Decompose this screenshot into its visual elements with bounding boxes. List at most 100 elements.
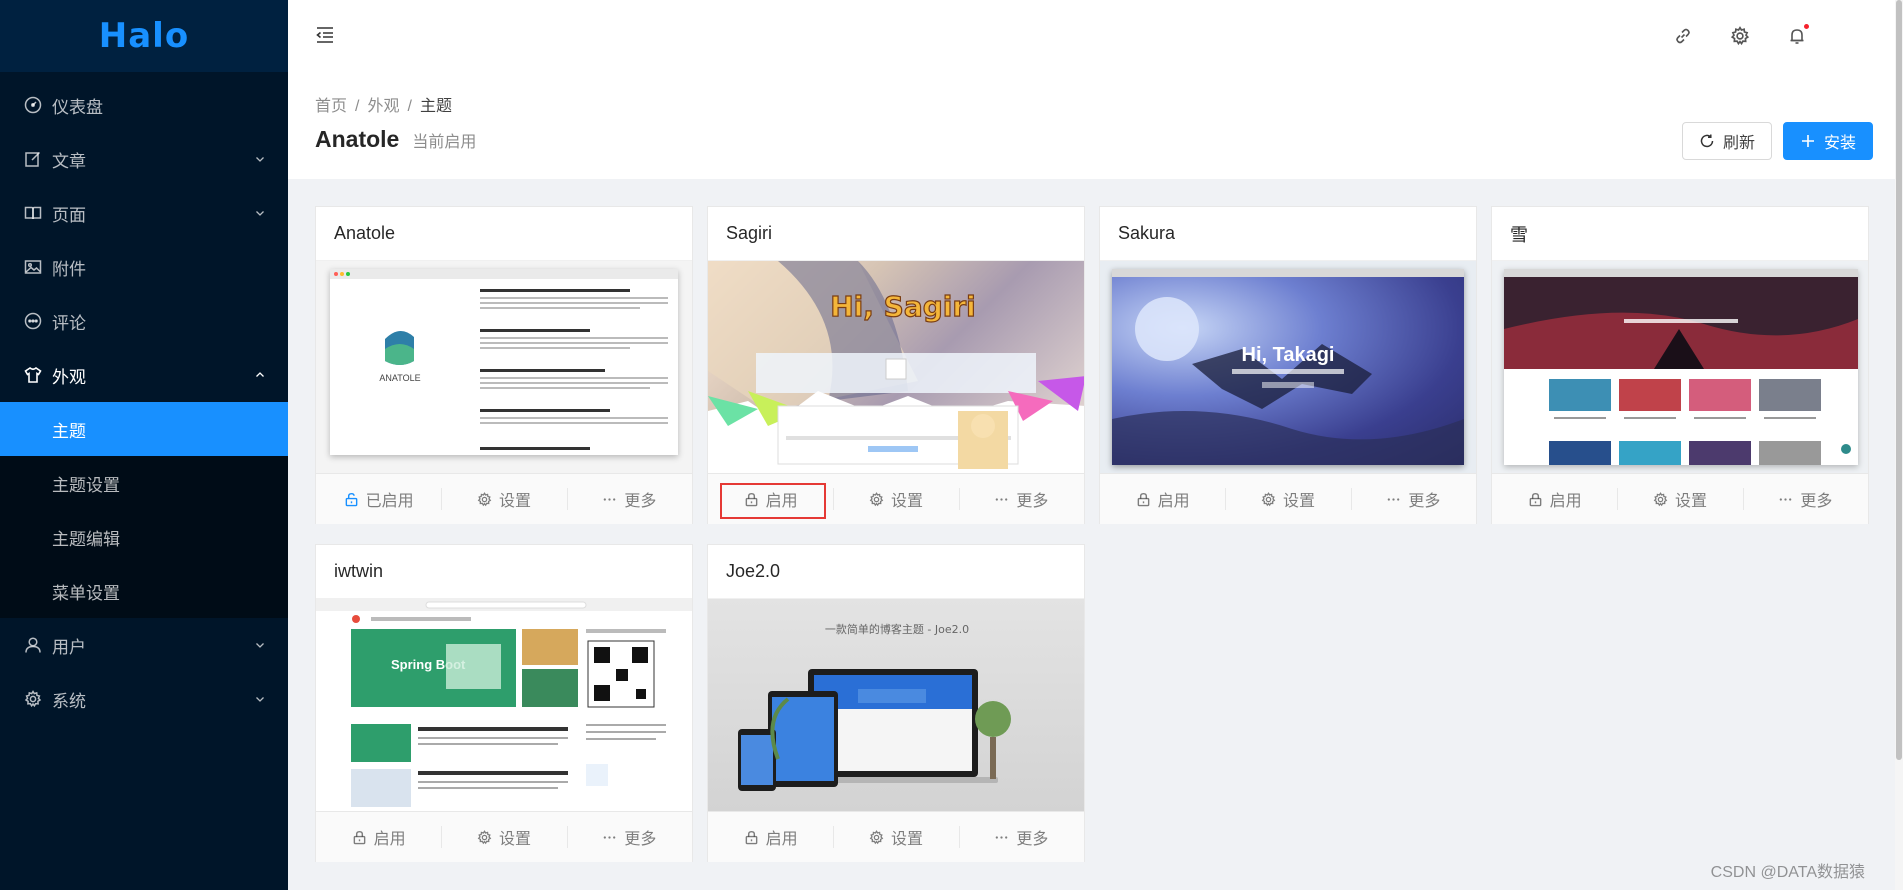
dashboard-icon bbox=[24, 96, 42, 114]
ellipsis-icon bbox=[996, 835, 1008, 839]
theme-card: iwtwin Spring Boot 启用 设置 更多 bbox=[315, 544, 693, 862]
theme-actions: 已启用 设置 更多 bbox=[316, 473, 692, 524]
settings-button[interactable]: 设置 bbox=[1617, 487, 1742, 511]
refresh-button[interactable]: 刷新 bbox=[1681, 122, 1772, 160]
sidebar-item-menu-settings[interactable]: 菜单设置 bbox=[0, 564, 288, 618]
sidebar-item-attachments[interactable]: 附件 bbox=[0, 240, 288, 294]
notification-dot bbox=[1803, 23, 1810, 30]
settings-button[interactable]: 设置 bbox=[441, 487, 566, 511]
breadcrumb-appearance[interactable]: 外观 bbox=[367, 98, 399, 115]
more-button[interactable]: 更多 bbox=[566, 487, 692, 511]
settings-label: 设置 bbox=[1282, 493, 1315, 510]
enable-button[interactable]: 启用 bbox=[1492, 487, 1617, 511]
more-button[interactable]: 更多 bbox=[566, 825, 692, 849]
sidebar-item-pages[interactable]: 页面 bbox=[0, 186, 288, 240]
sidebar-item-label: 主题编辑 bbox=[52, 529, 120, 549]
breadcrumb-home[interactable]: 首页 bbox=[315, 98, 347, 115]
reload-icon bbox=[1700, 134, 1714, 148]
scrollbar-thumb[interactable] bbox=[1896, 0, 1902, 760]
theme-cover[interactable]: 一款简单的博客主题 - Joe2.0 bbox=[708, 599, 1084, 811]
sidebar-menu: 仪表盘 文章 页面 附件 评论 外观 主题 主题设置 主题编辑 菜单设置 用户 … bbox=[0, 78, 288, 726]
sidebar-item-comments[interactable]: 评论 bbox=[0, 294, 288, 348]
settings-button[interactable]: 设置 bbox=[833, 487, 958, 511]
setting-icon bbox=[869, 829, 884, 844]
theme-cover[interactable]: ANATOLE bbox=[316, 261, 692, 473]
top-header bbox=[288, 0, 1903, 72]
theme-cover[interactable]: Hi, Sagiri bbox=[708, 261, 1084, 473]
more-button[interactable]: 更多 bbox=[1742, 487, 1868, 511]
sidebar-item-theme-settings[interactable]: 主题设置 bbox=[0, 456, 288, 510]
theme-cover[interactable]: Spring Boot bbox=[316, 599, 692, 811]
theme-card: 雪 启用 设置 更多 bbox=[1491, 206, 1869, 524]
read-icon bbox=[24, 204, 42, 222]
theme-actions: 启用 设置 更多 bbox=[316, 811, 692, 862]
theme-cover[interactable] bbox=[1492, 261, 1868, 473]
settings-button[interactable]: 设置 bbox=[441, 825, 566, 849]
theme-actions: 启用 设置 更多 bbox=[708, 811, 1084, 862]
svg-text:ANATOLE: ANATOLE bbox=[379, 373, 420, 383]
install-button[interactable]: 安装 bbox=[1782, 122, 1873, 160]
page-subtitle: 当前启用 bbox=[412, 134, 477, 151]
more-label: 更多 bbox=[1408, 493, 1441, 510]
theme-name: Sakura bbox=[1100, 207, 1476, 261]
theme-actions: 启用 设置 更多 bbox=[708, 473, 1084, 524]
lock-icon bbox=[745, 830, 758, 844]
more-button[interactable]: 更多 bbox=[1350, 487, 1476, 511]
ellipsis-icon bbox=[1780, 497, 1792, 501]
chevron-up-icon bbox=[256, 372, 264, 377]
lock-icon bbox=[353, 830, 366, 844]
setting-icon bbox=[477, 491, 492, 506]
svg-text:Hi, Takagi: Hi, Takagi bbox=[1242, 344, 1335, 366]
sidebar-item-system[interactable]: 系统 bbox=[0, 672, 288, 726]
sidebar-item-label: 用户 bbox=[52, 637, 86, 657]
sidebar-item-users[interactable]: 用户 bbox=[0, 618, 288, 672]
theme-name: iwtwin bbox=[316, 545, 692, 599]
ellipsis-icon bbox=[604, 497, 616, 501]
page-actions: 刷新 安装 bbox=[1681, 122, 1873, 160]
link-icon[interactable] bbox=[1673, 26, 1693, 46]
sidebar-item-label: 主题设置 bbox=[52, 475, 120, 495]
setting-icon bbox=[1653, 491, 1668, 506]
more-label: 更多 bbox=[624, 493, 657, 510]
sidebar-item-label: 外观 bbox=[52, 367, 86, 387]
settings-label: 设置 bbox=[890, 493, 923, 510]
enable-button[interactable]: 启用 bbox=[708, 825, 833, 849]
sidebar: Halo 仪表盘 文章 页面 附件 评论 外观 主题 主题设置 主题编辑 菜单设… bbox=[0, 0, 288, 890]
refresh-label: 刷新 bbox=[1722, 135, 1755, 152]
breadcrumb: 首页 / 外观 / 主题 bbox=[315, 98, 452, 115]
enable-button[interactable]: 启用 bbox=[1100, 487, 1225, 511]
scrollbar[interactable] bbox=[1895, 0, 1903, 890]
svg-text:Hi, Sagiri: Hi, Sagiri bbox=[830, 290, 976, 323]
more-button[interactable]: 更多 bbox=[958, 825, 1084, 849]
install-label: 安装 bbox=[1823, 135, 1856, 152]
more-button[interactable]: 更多 bbox=[958, 487, 1084, 511]
settings-button[interactable]: 设置 bbox=[833, 825, 958, 849]
form-icon bbox=[24, 150, 42, 168]
appearance-submenu: 主题 主题设置 主题编辑 菜单设置 bbox=[0, 402, 288, 618]
enabled-button[interactable]: 已启用 bbox=[316, 487, 441, 511]
sidebar-item-label: 菜单设置 bbox=[52, 583, 120, 603]
enable-button[interactable]: 启用 bbox=[316, 825, 441, 849]
settings-button[interactable]: 设置 bbox=[1225, 487, 1350, 511]
setting-icon[interactable] bbox=[1730, 26, 1750, 46]
sidebar-item-themes[interactable]: 主题 bbox=[0, 402, 288, 456]
picture-icon bbox=[24, 258, 42, 276]
user-icon bbox=[24, 636, 42, 654]
page-header: 首页 / 外观 / 主题 Anatole 当前启用 刷新 安装 bbox=[288, 72, 1903, 179]
sidebar-item-posts[interactable]: 文章 bbox=[0, 132, 288, 186]
breadcrumb-current: 主题 bbox=[419, 98, 452, 115]
theme-cover[interactable]: Hi, Takagi bbox=[1100, 261, 1476, 473]
ellipsis-icon bbox=[604, 835, 616, 839]
enable-label: 已启用 bbox=[365, 493, 414, 510]
logo[interactable]: Halo bbox=[0, 0, 288, 72]
theme-card: Sagiri Hi, Sagiri 启用 设置 更多 bbox=[707, 206, 1085, 524]
theme-name: Sagiri bbox=[708, 207, 1084, 261]
sidebar-item-theme-editor[interactable]: 主题编辑 bbox=[0, 510, 288, 564]
sidebar-item-label: 页面 bbox=[52, 205, 86, 225]
menu-fold-icon[interactable] bbox=[314, 24, 336, 46]
bell-icon[interactable] bbox=[1787, 23, 1810, 46]
sidebar-item-dashboard[interactable]: 仪表盘 bbox=[0, 78, 288, 132]
settings-label: 设置 bbox=[498, 493, 531, 510]
ellipsis-icon bbox=[1388, 497, 1400, 501]
sidebar-item-appearance[interactable]: 外观 bbox=[0, 348, 288, 402]
